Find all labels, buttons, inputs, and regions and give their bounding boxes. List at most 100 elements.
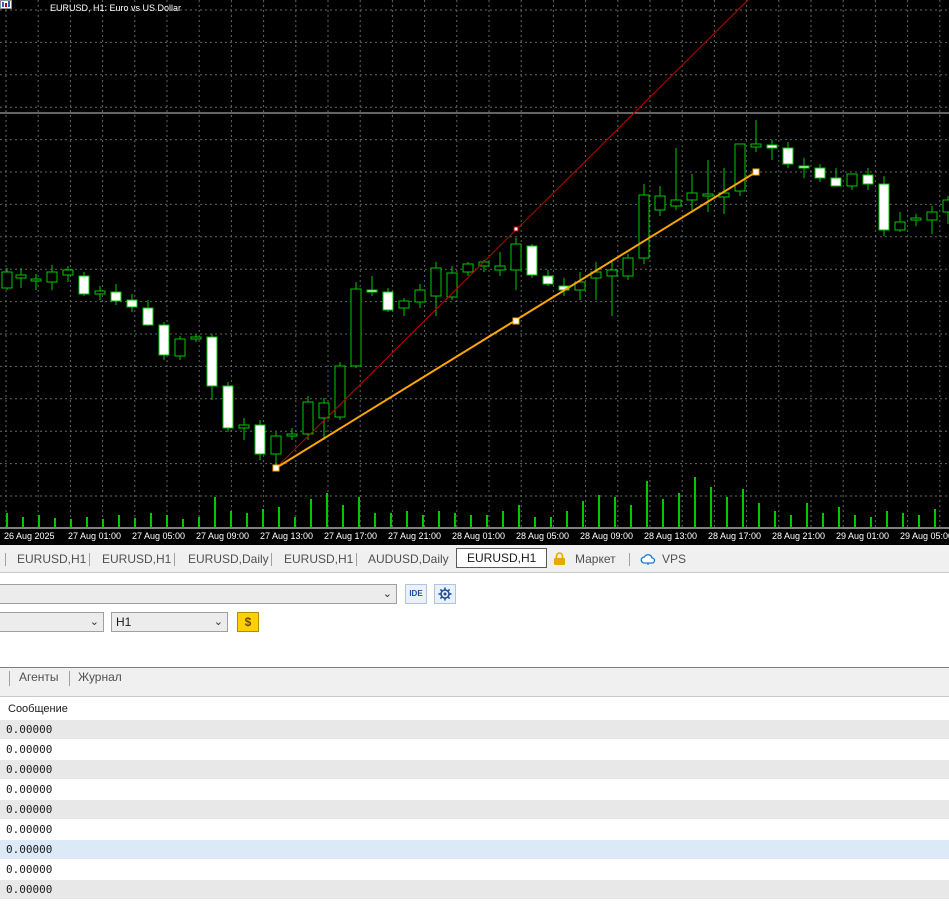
log-row[interactable]: 0.00000	[0, 720, 949, 740]
candle-body-bull	[398, 300, 410, 309]
time-axis-label: 28 Aug 01:00	[452, 531, 506, 541]
price-chart[interactable]: EURUSD, H1: Euro vs US Dollar 26 Aug 202…	[0, 0, 949, 545]
time-axis-label: 27 Aug 21:00	[388, 531, 442, 541]
log-row[interactable]: 0.00000	[0, 880, 949, 900]
tab-separator	[9, 671, 10, 686]
expert-select[interactable]: ⌄	[0, 584, 397, 604]
log-column-header[interactable]: Сообщение	[0, 698, 949, 720]
symbol-select[interactable]: ⌄	[0, 612, 104, 632]
candle-body-bull	[702, 193, 714, 197]
candle-body-bull	[686, 192, 698, 201]
channel-line	[275, 0, 749, 469]
candle-body-bull	[286, 433, 298, 437]
candle-body-bull	[46, 271, 58, 283]
candle-body-bull	[1, 271, 13, 289]
tab-agents[interactable]: Агенты	[19, 670, 59, 684]
trend-line-anchor	[512, 317, 520, 325]
ide-button[interactable]: IDE	[405, 584, 427, 604]
log-row[interactable]: 0.00000	[0, 860, 949, 880]
dollar-button[interactable]: $	[237, 612, 259, 632]
candle-body-bear	[158, 324, 170, 356]
time-axis-label: 28 Aug 09:00	[580, 531, 634, 541]
candle-body-bull	[638, 194, 650, 259]
candle-body-bull	[302, 401, 314, 435]
channel-anchor	[513, 226, 519, 232]
log-row[interactable]: 0.00000	[0, 820, 949, 840]
candle-body-bull	[622, 257, 634, 277]
chart-canvas[interactable]	[0, 0, 949, 545]
tab-separator	[174, 553, 175, 566]
candle-body-bull	[670, 199, 682, 207]
candle-body-bull	[494, 265, 506, 271]
log-row[interactable]: 0.00000	[0, 740, 949, 760]
candle-body-bull	[942, 199, 949, 213]
candle-body-bear	[526, 245, 538, 276]
candle-body-bull	[30, 278, 42, 282]
candle-body-bear	[814, 167, 826, 179]
dollar-icon: $	[244, 615, 252, 629]
time-axis-label: 28 Aug 05:00	[516, 531, 570, 541]
candle-body-bear	[382, 291, 394, 311]
log-row[interactable]: 0.00000	[0, 760, 949, 780]
candle-body-bear	[798, 165, 810, 169]
tab-eurusd-h1-active[interactable]: EURUSD,H1	[456, 548, 548, 568]
chevron-down-icon: ⌄	[89, 616, 99, 628]
tab-separator	[271, 553, 272, 566]
candle-body-bear	[862, 174, 874, 185]
candle-body-bull	[462, 263, 474, 273]
tab-eurusd-h1-1[interactable]: EURUSD,H1	[17, 552, 86, 566]
candle-body-bull	[350, 288, 362, 367]
candle-body-bear	[782, 147, 794, 165]
tab-eurusd-daily[interactable]: EURUSD,Daily	[188, 552, 269, 566]
candle-body-bear	[222, 385, 234, 429]
candle-body-bull	[94, 290, 106, 295]
candle-body-bull	[654, 195, 666, 211]
tab-eurusd-h1-2[interactable]: EURUSD,H1	[102, 552, 171, 566]
log-panel: Агенты Журнал Сообщение 0.00000 0.00000 0.…	[0, 668, 949, 913]
tab-market[interactable]: Маркет	[575, 552, 616, 566]
chevron-down-icon: ⌄	[213, 616, 223, 628]
log-row[interactable]: 0.00000	[0, 780, 949, 800]
timeframe-select[interactable]: H1 ⌄	[111, 612, 228, 632]
symbol-flag-icon	[0, 0, 12, 9]
candle-body-bear	[78, 275, 90, 295]
candle-body-bull	[926, 211, 938, 221]
time-axis-label: 29 Aug 05:00	[900, 531, 949, 541]
chart-title: EURUSD, H1: Euro vs US Dollar	[50, 3, 182, 13]
candle-body-bull	[190, 336, 202, 340]
tab-journal[interactable]: Журнал	[78, 670, 122, 684]
tester-settings-panel: ⌄ IDE ⌄ H1 ⌄ $	[0, 573, 949, 668]
tab-eurusd-h1-3[interactable]: EURUSD,H1	[284, 552, 353, 566]
trend-line-anchor	[752, 168, 760, 176]
time-axis-label: 27 Aug 05:00	[132, 531, 186, 541]
candle-body-bear	[206, 336, 218, 387]
candle-body-bull	[894, 221, 906, 231]
time-axis-label: 26 Aug 2025	[4, 531, 55, 541]
tab-separator	[5, 553, 6, 566]
candle-body-bull	[174, 338, 186, 357]
tab-separator	[69, 671, 70, 686]
time-axis-label: 29 Aug 01:00	[836, 531, 890, 541]
chevron-down-icon: ⌄	[382, 588, 392, 600]
vps-cloud-icon	[640, 554, 656, 565]
tab-audusd-daily[interactable]: AUDUSD,Daily	[368, 552, 449, 566]
tab-vps[interactable]: VPS	[662, 552, 686, 566]
settings-button[interactable]	[434, 584, 456, 604]
tab-separator	[629, 553, 630, 566]
candle-body-bull	[334, 365, 346, 418]
candle-body-bear	[110, 291, 122, 302]
time-axis-label: 27 Aug 09:00	[196, 531, 250, 541]
time-axis-label: 28 Aug 13:00	[644, 531, 698, 541]
log-row[interactable]: 0.00000	[0, 800, 949, 820]
tab-separator	[356, 553, 357, 566]
candle-body-bull	[910, 217, 922, 221]
candle-body-bull	[238, 424, 250, 429]
candle-body-bear	[126, 299, 138, 308]
candle-body-bear	[766, 144, 778, 149]
candle-body-bull	[62, 269, 74, 276]
market-lock-icon	[554, 552, 565, 565]
log-row[interactable]: 0.00000	[0, 840, 949, 860]
log-tabs-bar: Агенты Журнал	[0, 668, 949, 697]
time-axis-label: 27 Aug 17:00	[324, 531, 378, 541]
candle-body-bull	[846, 173, 858, 187]
